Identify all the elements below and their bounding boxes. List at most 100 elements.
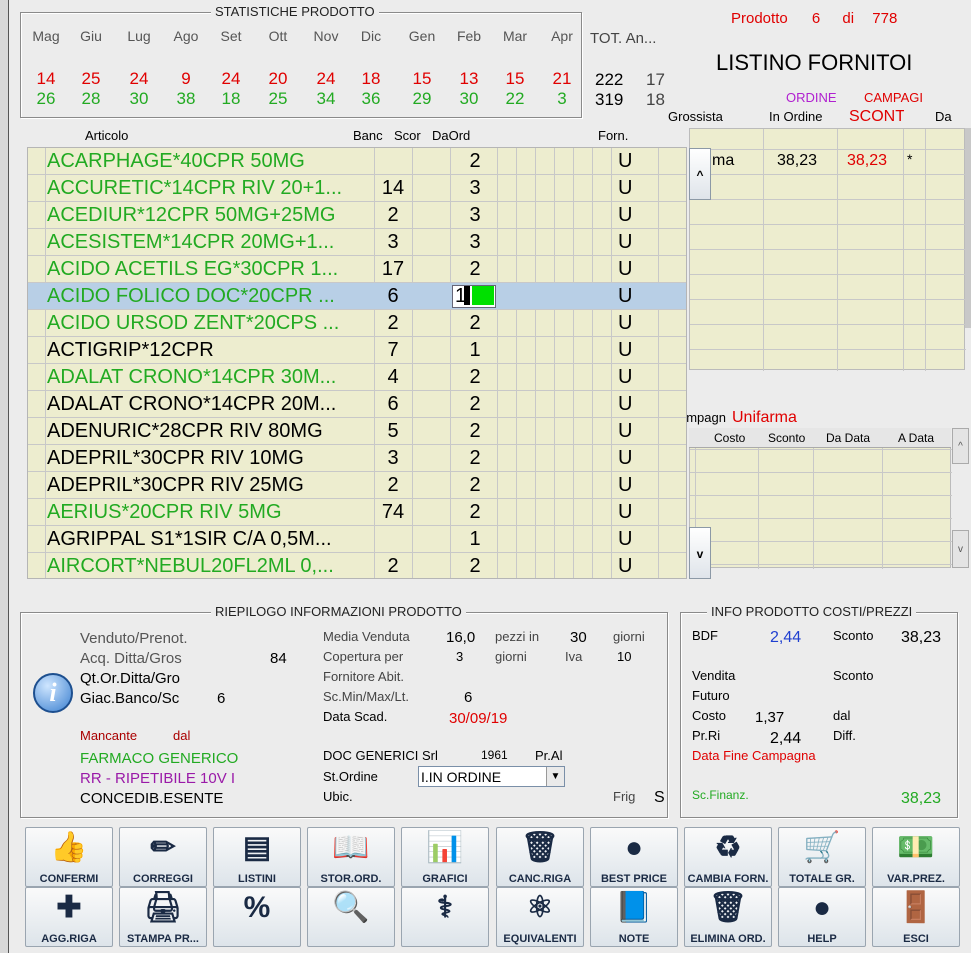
stampa-pr-button[interactable]: 🖨 STAMPA PR...	[119, 887, 207, 947]
money-icon: 💵	[897, 831, 935, 864]
note-button[interactable]: 📘 NOTE	[590, 887, 678, 947]
ditta-code: 1961	[481, 748, 508, 762]
stats-value-green: 30	[129, 89, 149, 108]
futuro-label: Futuro	[692, 688, 730, 703]
table-row[interactable]: 2 ADEPRIL*30CPR RIV 25MG 2 U	[28, 472, 686, 499]
table-row[interactable]: 2 ACIDO URSOD ZENT*20CPS ... 2 U	[28, 310, 686, 337]
supplier-table-header: Grossista In Ordine SCONT Da	[661, 105, 971, 129]
costi-title: INFO PRODOTTO COSTI/PREZZI	[707, 604, 917, 619]
book-icon: 📖	[332, 831, 370, 864]
campaign-scroll-down[interactable]: v	[952, 530, 969, 568]
article-name: ACEDIUR*12CPR 50MG+25MG	[47, 204, 336, 226]
article-daord: 2	[469, 555, 481, 577]
stats-value-green: 22	[505, 89, 525, 108]
supplier-header-ordine: ORDINE	[786, 90, 837, 105]
article-daord: 3	[469, 204, 481, 226]
chevron-down-icon[interactable]: ▼	[546, 767, 564, 786]
grafici-button[interactable]: 📊 GRAFICI	[401, 827, 489, 887]
article-daord: 2	[469, 501, 481, 523]
table-row[interactable]: 2 ADEPRIL*30CPR RIV 10MG 3 U	[28, 445, 686, 472]
table-row[interactable]: 1 ACTIGRIP*12CPR 7 U	[28, 337, 686, 364]
table-row[interactable]: 3 ACEDIUR*12CPR 50MG+25MG 2 U	[28, 202, 686, 229]
table-row[interactable]: 3 ACESISTEM*14CPR 20MG+1... 3 U	[28, 229, 686, 256]
acq-value: 84	[270, 650, 287, 667]
table-row[interactable]: 2 ADENURIC*28CPR RIV 80MG 5 U	[28, 418, 686, 445]
article-banc: 17	[381, 258, 405, 280]
grid-line	[690, 249, 966, 250]
equivalenti-button[interactable]: ⚛ EQUIVALENTI	[496, 887, 584, 947]
button-label: CANC.RIGA	[508, 873, 572, 885]
campaign-col-costo: Costo	[714, 431, 746, 445]
supplier-row[interactable]: ma 38,23 38,23 *	[690, 149, 966, 174]
stordine-select[interactable]: I.IN ORDINE ▼	[418, 766, 565, 787]
scad-value: 30/09/19	[449, 710, 508, 727]
article-daord: 2	[469, 258, 481, 280]
supplier-row-flag: *	[907, 151, 913, 167]
articles-scroll-down[interactable]: v	[689, 527, 711, 579]
table-row[interactable]: 1 ACIDO FOLICO DOC*20CPR ... 6 U	[28, 283, 686, 310]
col-grossista: Grossista	[668, 109, 723, 124]
var-prez-button[interactable]: 💵 VAR.PREZ.	[872, 827, 960, 887]
data-fine-campagna: Data Fine Campagna	[692, 748, 816, 763]
campaign-table[interactable]	[689, 428, 952, 569]
article-daord: 2	[469, 150, 481, 172]
cart-icon: 🛒	[803, 831, 841, 864]
elimina-ord-button[interactable]: 🗑 ELIMINA ORD.	[684, 887, 772, 947]
acq-label: Acq. Ditta/Gros	[80, 650, 182, 667]
canc-riga-button[interactable]: 🗑 CANC.RIGA	[496, 827, 584, 887]
caduceus-button[interactable]: ⚕	[401, 887, 489, 947]
col-banc: Banc	[353, 128, 383, 143]
generico-label: FARMACO GENERICO	[80, 750, 239, 767]
stats-value-green: 25	[268, 89, 288, 108]
button-label: CAMBIA FORN.	[687, 873, 769, 885]
grid-line	[690, 274, 966, 275]
table-row[interactable]: 2 ADALAT CRONO*14CPR 30M... 4 U	[28, 364, 686, 391]
percent-button[interactable]: %	[213, 887, 301, 947]
diff-label: Diff.	[833, 728, 856, 743]
best-price-badge-icon: ●	[624, 831, 644, 864]
campaign-col-sconto: Sconto	[768, 431, 806, 445]
correggi-button[interactable]: ✏ CORREGGI	[119, 827, 207, 887]
supplier-table-scrollbar[interactable]	[965, 128, 971, 328]
table-row[interactable]: 2 ADALAT CRONO*14CPR 20M... 6 U	[28, 391, 686, 418]
confermi-button[interactable]: 👍 CONFERMI	[25, 827, 113, 887]
supplier-table[interactable]: ma 38,23 38,23 *	[689, 128, 966, 371]
button-label: LISTINI	[238, 873, 276, 885]
stats-value-green: 38	[176, 89, 196, 108]
stats-month-label: Mag	[32, 28, 60, 44]
campaign-col-a-data: A Data	[898, 431, 935, 445]
article-daord: 3	[469, 177, 481, 199]
stor-ord-button[interactable]: 📖 STOR.ORD.	[307, 827, 395, 887]
article-name: ACCURETIC*14CPR RIV 20+1...	[47, 177, 343, 199]
articles-table[interactable]: 2 ACARPHAGE*40CPR 50MG U 3 ACCURETIC*14CPR R…	[27, 147, 687, 579]
stats-value-green: 34	[316, 89, 336, 108]
article-name: AERIUS*20CPR RIV 5MG	[47, 501, 282, 523]
stats-value-red: 20	[268, 69, 288, 88]
stats-value-green: 26	[36, 89, 56, 108]
article-daord: 1	[469, 528, 481, 550]
costi-sconto-value: 38,23	[901, 629, 942, 646]
chart-icon: 📊	[426, 831, 464, 864]
totale-gr-button[interactable]: 🛒 TOTALE GR.	[778, 827, 866, 887]
grid-line	[690, 349, 966, 350]
table-row[interactable]: 2 ACIDO ACETILS EG*30CPR 1... 17 U	[28, 256, 686, 283]
table-row[interactable]: 2 AIRCORT*NEBUL20FL2ML 0,... 2 U	[28, 553, 686, 578]
article-forn: U	[618, 150, 633, 172]
agg-riga-button[interactable]: ✚ AGG.RIGA	[25, 887, 113, 947]
esci-button[interactable]: 🚪 ESCI	[872, 887, 960, 947]
table-row[interactable]: 3 ACCURETIC*14CPR RIV 20+1... 14 U	[28, 175, 686, 202]
articles-scroll-up[interactable]: ^	[689, 148, 711, 200]
giorni2-label: giorni	[495, 649, 527, 664]
table-row[interactable]: 1 AGRIPPAL S1*1SIR C/A 0,5M... U	[28, 526, 686, 553]
campaign-scroll-up[interactable]: ^	[952, 428, 969, 464]
cambia-forn-button[interactable]: ♻ CAMBIA FORN.	[684, 827, 772, 887]
article-daord: 2	[469, 393, 481, 415]
scfin-value: 38,23	[901, 790, 942, 807]
listini-button[interactable]: ▤ LISTINI	[213, 827, 301, 887]
scad-label: Data Scad.	[323, 709, 388, 724]
help-button[interactable]: ● HELP	[778, 887, 866, 947]
table-row[interactable]: 2 AERIUS*20CPR RIV 5MG 74 U	[28, 499, 686, 526]
best-price-button[interactable]: ● BEST PRICE	[590, 827, 678, 887]
magnifier-button[interactable]: 🔍	[307, 887, 395, 947]
table-row[interactable]: 2 ACARPHAGE*40CPR 50MG U	[28, 148, 686, 175]
